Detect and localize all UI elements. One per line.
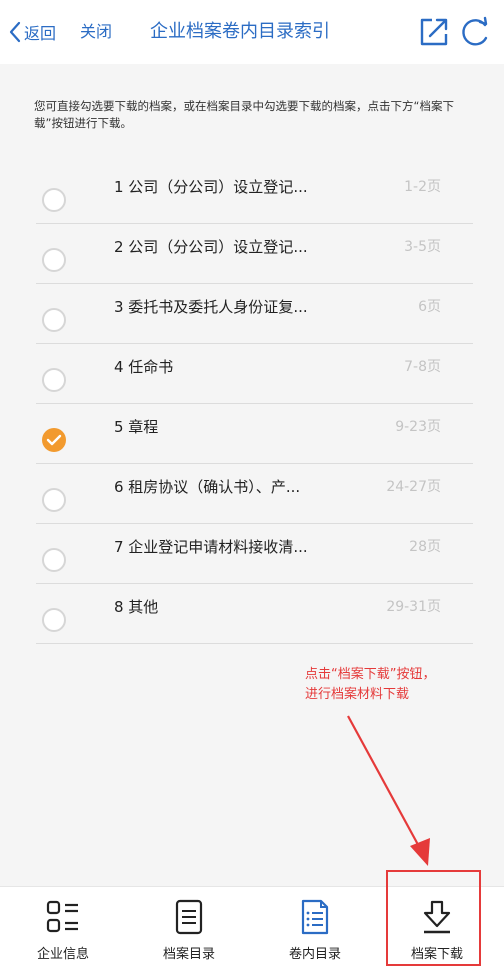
refresh-icon[interactable]	[458, 16, 492, 48]
checkbox[interactable]	[42, 368, 66, 392]
checkbox[interactable]	[42, 488, 66, 512]
list-item[interactable]: 7 企业登记申请材料接收清... 28页	[36, 524, 473, 584]
item-pages: 24-27页	[386, 479, 441, 495]
bottom-tab-bar: 企业信息 档案目录 卷内目录 档案下载	[0, 886, 504, 968]
close-button[interactable]: 关闭	[80, 18, 112, 46]
volume-catalog-icon	[301, 899, 329, 935]
annotation-line-2: 进行档案材料下载	[305, 687, 410, 702]
download-icon	[423, 900, 451, 934]
item-title: 3 委托书及委托人身份证复...	[114, 298, 308, 316]
tab-archive-download[interactable]: 档案下载	[374, 887, 500, 968]
tab-archive-catalog[interactable]: 档案目录	[126, 887, 252, 968]
item-pages: 28页	[409, 539, 441, 555]
item-title: 2 公司（分公司）设立登记...	[114, 238, 308, 256]
item-title: 7 企业登记申请材料接收清...	[114, 538, 308, 556]
item-title: 4 任命书	[114, 358, 174, 376]
checkbox[interactable]	[42, 248, 66, 272]
tab-label: 档案下载	[410, 947, 463, 962]
back-label: 返回	[24, 24, 57, 43]
tab-label: 企业信息	[36, 947, 89, 962]
tab-company-info[interactable]: 企业信息	[0, 887, 126, 968]
item-title: 1 公司（分公司）设立登记...	[114, 178, 308, 196]
checkbox[interactable]	[42, 548, 66, 572]
back-button[interactable]: 返回	[8, 18, 56, 46]
item-title: 5 章程	[114, 418, 159, 436]
tab-label: 卷内目录	[288, 947, 341, 962]
tab-label: 档案目录	[162, 947, 215, 962]
tab-volume-catalog[interactable]: 卷内目录	[252, 887, 378, 968]
item-pages: 29-31页	[386, 599, 441, 615]
item-title: 8 其他	[114, 598, 159, 616]
list-item[interactable]: 5 章程 9-23页	[36, 404, 473, 464]
list-item[interactable]: 3 委托书及委托人身份证复... 6页	[36, 284, 473, 344]
share-icon[interactable]	[418, 16, 452, 48]
list-item[interactable]: 4 任命书 7-8页	[36, 344, 473, 404]
checkbox[interactable]	[42, 188, 66, 212]
list-item[interactable]: 2 公司（分公司）设立登记... 3-5页	[36, 224, 473, 284]
list-item[interactable]: 1 公司（分公司）设立登记... 1-2页	[36, 164, 473, 224]
chevron-left-icon	[9, 21, 21, 43]
checkbox[interactable]	[42, 308, 66, 332]
instruction-notice: 您可直接勾选要下载的档案，或在档案目录中勾选要下载的档案，点击下方“档案下载”按…	[34, 99, 454, 130]
item-pages: 7-8页	[404, 359, 441, 375]
item-pages: 3-5页	[404, 239, 441, 255]
list-item[interactable]: 8 其他 29-31页	[36, 584, 473, 644]
list-item[interactable]: 6 租房协议（确认书）、产... 24-27页	[36, 464, 473, 524]
annotation-text: 点击“档案下载”按钮， 进行档案材料下载	[305, 665, 435, 705]
archive-catalog-icon	[175, 899, 203, 935]
item-pages: 6页	[418, 299, 441, 315]
check-icon	[46, 434, 62, 446]
annotation-line-1: 点击“档案下载”按钮，	[305, 667, 436, 682]
item-title: 6 租房协议（确认书）、产...	[114, 478, 301, 496]
top-bar: 返回 关闭 企业档案卷内目录索引	[0, 0, 504, 64]
page-title: 企业档案卷内目录索引	[150, 21, 330, 42]
company-info-icon	[46, 900, 78, 933]
checkbox[interactable]	[42, 608, 66, 632]
content-area: 您可直接勾选要下载的档案，或在档案目录中勾选要下载的档案，点击下方“档案下载”按…	[0, 64, 504, 886]
checkbox-checked[interactable]	[42, 428, 66, 452]
item-pages: 1-2页	[404, 179, 441, 195]
item-pages: 9-23页	[395, 419, 441, 435]
